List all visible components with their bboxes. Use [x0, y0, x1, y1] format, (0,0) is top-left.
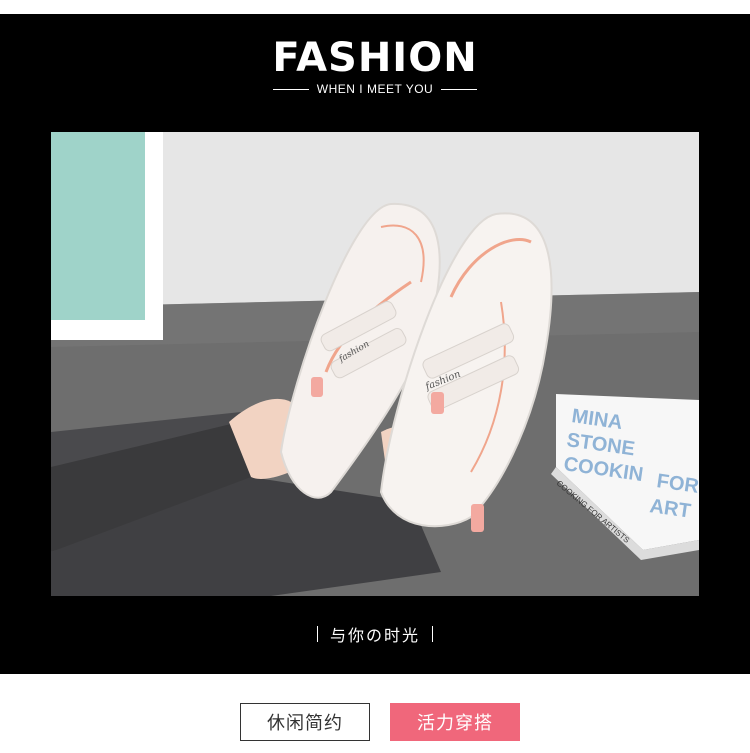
- divider-left: [272, 88, 309, 90]
- product-photo: MINA STONE COOKIN FOR ART COOKING FOR AR…: [51, 132, 699, 596]
- tagline: 与你の时光: [329, 626, 420, 645]
- tagline-bar-right: [432, 626, 433, 642]
- style-tag-casual: 休闲简约: [240, 703, 370, 741]
- divider-right: [441, 88, 478, 90]
- wall-frame: [51, 132, 163, 340]
- page-title: FASHION: [272, 35, 478, 81]
- style-tag-energetic: 活力穿搭: [390, 703, 520, 741]
- subtitle-row: WHEN I MEET YOU: [0, 80, 750, 98]
- tagline-row: 与你の时光: [0, 622, 750, 646]
- page-subtitle: WHEN I MEET YOU: [316, 82, 434, 96]
- product-photo-illustration: MINA STONE COOKIN FOR ART COOKING FOR AR…: [51, 132, 699, 596]
- tagline-bar-left: [316, 626, 318, 642]
